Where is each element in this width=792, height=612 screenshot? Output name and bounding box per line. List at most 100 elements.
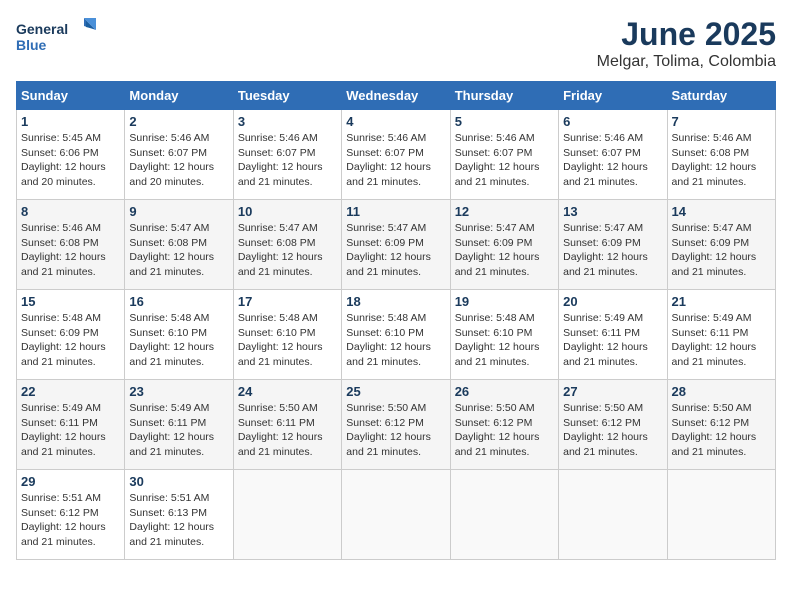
table-row: 8 Sunrise: 5:46 AMSunset: 6:08 PMDaylight… xyxy=(17,200,125,290)
day-number: 28 xyxy=(672,384,771,399)
day-number: 19 xyxy=(455,294,554,309)
day-info: Sunrise: 5:47 AMSunset: 6:09 PMDaylight:… xyxy=(346,221,445,280)
col-monday: Monday xyxy=(125,82,233,110)
table-row xyxy=(342,470,450,560)
day-info: Sunrise: 5:50 AMSunset: 6:11 PMDaylight:… xyxy=(238,401,337,460)
day-info: Sunrise: 5:48 AMSunset: 6:10 PMDaylight:… xyxy=(129,311,228,370)
calendar-header-row: Sunday Monday Tuesday Wednesday Thursday… xyxy=(17,82,776,110)
day-number: 5 xyxy=(455,114,554,129)
calendar-table: Sunday Monday Tuesday Wednesday Thursday… xyxy=(16,81,776,560)
svg-text:Blue: Blue xyxy=(16,37,47,53)
day-number: 7 xyxy=(672,114,771,129)
table-row: 6 Sunrise: 5:46 AMSunset: 6:07 PMDaylight… xyxy=(559,110,667,200)
day-number: 3 xyxy=(238,114,337,129)
day-info: Sunrise: 5:45 AMSunset: 6:06 PMDaylight:… xyxy=(21,131,120,190)
table-row: 19 Sunrise: 5:48 AMSunset: 6:10 PMDayligh… xyxy=(450,290,558,380)
day-number: 15 xyxy=(21,294,120,309)
location-title: Melgar, Tolima, Colombia xyxy=(597,53,776,71)
day-number: 29 xyxy=(21,474,120,489)
day-info: Sunrise: 5:47 AMSunset: 6:08 PMDaylight:… xyxy=(129,221,228,280)
day-number: 20 xyxy=(563,294,662,309)
table-row: 29 Sunrise: 5:51 AMSunset: 6:12 PMDayligh… xyxy=(17,470,125,560)
day-info: Sunrise: 5:51 AMSunset: 6:12 PMDaylight:… xyxy=(21,491,120,550)
table-row: 11 Sunrise: 5:47 AMSunset: 6:09 PMDayligh… xyxy=(342,200,450,290)
table-row: 1 Sunrise: 5:45 AMSunset: 6:06 PMDaylight… xyxy=(17,110,125,200)
day-info: Sunrise: 5:50 AMSunset: 6:12 PMDaylight:… xyxy=(672,401,771,460)
day-info: Sunrise: 5:46 AMSunset: 6:07 PMDaylight:… xyxy=(238,131,337,190)
day-number: 21 xyxy=(672,294,771,309)
day-number: 25 xyxy=(346,384,445,399)
day-number: 17 xyxy=(238,294,337,309)
day-info: Sunrise: 5:51 AMSunset: 6:13 PMDaylight:… xyxy=(129,491,228,550)
day-number: 6 xyxy=(563,114,662,129)
day-info: Sunrise: 5:49 AMSunset: 6:11 PMDaylight:… xyxy=(129,401,228,460)
table-row: 22 Sunrise: 5:49 AMSunset: 6:11 PMDayligh… xyxy=(17,380,125,470)
day-number: 11 xyxy=(346,204,445,219)
col-wednesday: Wednesday xyxy=(342,82,450,110)
day-number: 12 xyxy=(455,204,554,219)
table-row: 7 Sunrise: 5:46 AMSunset: 6:08 PMDaylight… xyxy=(667,110,775,200)
table-row xyxy=(233,470,341,560)
day-number: 2 xyxy=(129,114,228,129)
table-row: 28 Sunrise: 5:50 AMSunset: 6:12 PMDayligh… xyxy=(667,380,775,470)
day-number: 9 xyxy=(129,204,228,219)
day-info: Sunrise: 5:50 AMSunset: 6:12 PMDaylight:… xyxy=(563,401,662,460)
day-info: Sunrise: 5:49 AMSunset: 6:11 PMDaylight:… xyxy=(21,401,120,460)
month-title: June 2025 xyxy=(597,16,776,53)
table-row: 5 Sunrise: 5:46 AMSunset: 6:07 PMDaylight… xyxy=(450,110,558,200)
day-info: Sunrise: 5:47 AMSunset: 6:09 PMDaylight:… xyxy=(563,221,662,280)
day-number: 4 xyxy=(346,114,445,129)
day-info: Sunrise: 5:48 AMSunset: 6:10 PMDaylight:… xyxy=(346,311,445,370)
day-number: 18 xyxy=(346,294,445,309)
table-row: 9 Sunrise: 5:47 AMSunset: 6:08 PMDaylight… xyxy=(125,200,233,290)
table-row: 18 Sunrise: 5:48 AMSunset: 6:10 PMDayligh… xyxy=(342,290,450,380)
logo: General Blue xyxy=(16,16,106,61)
day-info: Sunrise: 5:46 AMSunset: 6:07 PMDaylight:… xyxy=(346,131,445,190)
table-row: 4 Sunrise: 5:46 AMSunset: 6:07 PMDaylight… xyxy=(342,110,450,200)
day-info: Sunrise: 5:49 AMSunset: 6:11 PMDaylight:… xyxy=(672,311,771,370)
day-number: 30 xyxy=(129,474,228,489)
col-thursday: Thursday xyxy=(450,82,558,110)
table-row: 24Sunrise: 5:50 AMSunset: 6:11 PMDayligh… xyxy=(233,380,341,470)
title-area: June 2025 Melgar, Tolima, Colombia xyxy=(597,16,776,71)
day-info: Sunrise: 5:47 AMSunset: 6:09 PMDaylight:… xyxy=(455,221,554,280)
day-number: 26 xyxy=(455,384,554,399)
table-row: 23 Sunrise: 5:49 AMSunset: 6:11 PMDayligh… xyxy=(125,380,233,470)
table-row xyxy=(667,470,775,560)
day-number: 22 xyxy=(21,384,120,399)
calendar-body: 1 Sunrise: 5:45 AMSunset: 6:06 PMDaylight… xyxy=(17,110,776,560)
day-number: 27 xyxy=(563,384,662,399)
day-info: Sunrise: 5:46 AMSunset: 6:07 PMDaylight:… xyxy=(563,131,662,190)
day-info: Sunrise: 5:50 AMSunset: 6:12 PMDaylight:… xyxy=(455,401,554,460)
day-info: Sunrise: 5:47 AMSunset: 6:09 PMDaylight:… xyxy=(672,221,771,280)
col-tuesday: Tuesday xyxy=(233,82,341,110)
table-row: 25 Sunrise: 5:50 AMSunset: 6:12 PMDayligh… xyxy=(342,380,450,470)
col-friday: Friday xyxy=(559,82,667,110)
day-info: Sunrise: 5:46 AMSunset: 6:07 PMDaylight:… xyxy=(455,131,554,190)
day-info: Sunrise: 5:50 AMSunset: 6:12 PMDaylight:… xyxy=(346,401,445,460)
col-sunday: Sunday xyxy=(17,82,125,110)
table-row: 26 Sunrise: 5:50 AMSunset: 6:12 PMDayligh… xyxy=(450,380,558,470)
day-info: Sunrise: 5:48 AMSunset: 6:10 PMDaylight:… xyxy=(238,311,337,370)
table-row: 3 Sunrise: 5:46 AMSunset: 6:07 PMDaylight… xyxy=(233,110,341,200)
day-number: 1 xyxy=(21,114,120,129)
day-number: 23 xyxy=(129,384,228,399)
logo-svg: General Blue xyxy=(16,16,106,61)
day-info: Sunrise: 5:46 AMSunset: 6:08 PMDaylight:… xyxy=(21,221,120,280)
table-row: 12 Sunrise: 5:47 AMSunset: 6:09 PMDayligh… xyxy=(450,200,558,290)
day-number: 14 xyxy=(672,204,771,219)
table-row: 14 Sunrise: 5:47 AMSunset: 6:09 PMDayligh… xyxy=(667,200,775,290)
col-saturday: Saturday xyxy=(667,82,775,110)
day-info: Sunrise: 5:49 AMSunset: 6:11 PMDaylight:… xyxy=(563,311,662,370)
table-row: 21 Sunrise: 5:49 AMSunset: 6:11 PMDayligh… xyxy=(667,290,775,380)
table-row: 15Sunrise: 5:48 AMSunset: 6:09 PMDayligh… xyxy=(17,290,125,380)
day-number: 10 xyxy=(238,204,337,219)
table-row: 20 Sunrise: 5:49 AMSunset: 6:11 PMDayligh… xyxy=(559,290,667,380)
table-row: 16Sunrise: 5:48 AMSunset: 6:10 PMDayligh… xyxy=(125,290,233,380)
day-info: Sunrise: 5:48 AMSunset: 6:10 PMDaylight:… xyxy=(455,311,554,370)
table-row: 17 Sunrise: 5:48 AMSunset: 6:10 PMDayligh… xyxy=(233,290,341,380)
day-info: Sunrise: 5:46 AMSunset: 6:08 PMDaylight:… xyxy=(672,131,771,190)
calendar-header: General Blue June 2025 Melgar, Tolima, C… xyxy=(16,16,776,71)
day-number: 8 xyxy=(21,204,120,219)
svg-text:General: General xyxy=(16,21,68,37)
